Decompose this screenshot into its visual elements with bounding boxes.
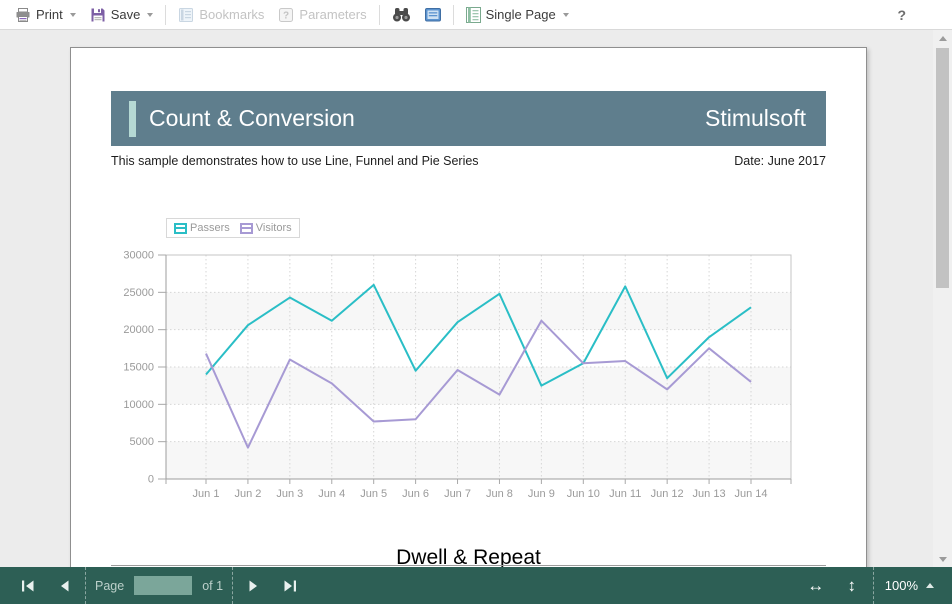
svg-text:0: 0 <box>148 474 154 486</box>
statusbar-separator <box>873 567 874 604</box>
report-page: Count & Conversion Stimulsoft This sampl… <box>70 47 867 567</box>
next-section-title: Dwell & Repeat <box>71 546 866 567</box>
chart-legend: Passers Visitors <box>166 218 300 238</box>
section-divider <box>111 565 826 566</box>
previous-page-button[interactable] <box>46 567 82 604</box>
first-page-button[interactable] <box>10 567 46 604</box>
statusbar-separator <box>232 567 233 604</box>
help-button[interactable]: ? <box>897 7 906 23</box>
svg-text:Jun 4: Jun 4 <box>318 488 345 500</box>
previous-page-icon <box>58 580 70 592</box>
fit-height-button[interactable]: ↕ <box>834 567 870 604</box>
report-banner: Count & Conversion Stimulsoft <box>111 91 826 146</box>
report-subtitle: This sample demonstrates how to use Line… <box>111 154 479 168</box>
toolbar-separator <box>453 5 454 25</box>
svg-text:Jun 1: Jun 1 <box>193 488 220 500</box>
legend-item-passers: Passers <box>174 222 230 234</box>
find-button[interactable] <box>385 5 418 24</box>
page-label: Page <box>95 579 124 593</box>
bookmarks-button[interactable]: Bookmarks <box>171 5 271 25</box>
svg-text:20000: 20000 <box>123 324 154 336</box>
svg-text:Jun 11: Jun 11 <box>609 488 641 500</box>
banner-accent-bar <box>129 101 136 137</box>
svg-text:Jun 10: Jun 10 <box>567 488 600 500</box>
legend-item-visitors: Visitors <box>240 222 292 234</box>
fullscreen-button[interactable] <box>418 6 448 24</box>
svg-text:25000: 25000 <box>123 287 154 299</box>
toolbar-separator <box>379 5 380 25</box>
svg-text:Jun 14: Jun 14 <box>734 488 767 500</box>
svg-text:30000: 30000 <box>123 250 154 262</box>
print-button[interactable]: Print <box>8 5 83 25</box>
legend-label: Passers <box>190 222 230 234</box>
scroll-up-button[interactable] <box>933 30 952 46</box>
save-icon <box>90 7 106 23</box>
binoculars-icon <box>392 7 411 22</box>
svg-text:Jun 13: Jun 13 <box>693 488 726 500</box>
report-subtitle-row: This sample demonstrates how to use Line… <box>111 154 826 168</box>
save-button[interactable]: Save <box>83 5 161 25</box>
next-page-icon <box>248 580 260 592</box>
line-chart: 0 5000 10000 15000 20000 25000 30000 Jun 1 Jun 2… <box>123 248 823 510</box>
bookmarks-label: Bookmarks <box>199 7 264 22</box>
report-date: Date: June 2017 <box>734 154 826 168</box>
save-label: Save <box>111 7 141 22</box>
last-page-icon <box>283 580 297 592</box>
last-page-button[interactable] <box>272 567 308 604</box>
parameters-icon: ? <box>278 7 294 23</box>
page-of-label: of 1 <box>202 579 223 593</box>
single-page-icon <box>466 7 481 23</box>
report-viewer-area: Count & Conversion Stimulsoft This sampl… <box>0 30 952 567</box>
parameters-button[interactable]: ? Parameters <box>271 5 373 25</box>
svg-text:Jun 6: Jun 6 <box>402 488 429 500</box>
statusbar-separator <box>85 567 86 604</box>
printer-icon <box>15 7 31 23</box>
toolbar: Print Save Bookmarks ? Parameters <box>0 0 952 30</box>
fit-width-button[interactable]: ↔ <box>798 567 834 604</box>
bookmarks-icon <box>178 7 194 23</box>
scroll-down-button[interactable] <box>933 551 952 567</box>
zoom-dropdown[interactable]: 100% <box>877 578 942 593</box>
print-label: Print <box>36 7 63 22</box>
svg-text:Jun 7: Jun 7 <box>444 488 471 500</box>
svg-text:Jun 8: Jun 8 <box>486 488 513 500</box>
svg-text:Jun 3: Jun 3 <box>276 488 303 500</box>
legend-label: Visitors <box>256 222 292 234</box>
report-title: Count & Conversion <box>149 105 705 132</box>
svg-text:15000: 15000 <box>123 362 154 374</box>
svg-text:Jun 12: Jun 12 <box>651 488 684 500</box>
view-mode-caret-icon <box>563 13 569 17</box>
scroll-up-icon <box>939 36 947 41</box>
monitor-icon <box>425 8 441 22</box>
print-caret-icon <box>70 13 76 17</box>
svg-text:5000: 5000 <box>130 436 154 448</box>
svg-text:Jun 5: Jun 5 <box>360 488 387 500</box>
view-mode-label: Single Page <box>486 7 556 22</box>
svg-text:Jun 9: Jun 9 <box>528 488 555 500</box>
passers-series-swatch <box>174 223 187 234</box>
svg-text:10000: 10000 <box>123 399 154 411</box>
svg-text:?: ? <box>283 10 289 21</box>
statusbar-right-group: ↔ ↕ 100% <box>798 567 942 604</box>
zoom-caret-icon <box>926 583 934 588</box>
parameters-label: Parameters <box>299 7 366 22</box>
page-number-input[interactable] <box>134 576 192 595</box>
scrollbar-thumb[interactable] <box>936 48 949 288</box>
svg-text:Jun 2: Jun 2 <box>234 488 261 500</box>
toolbar-separator <box>165 5 166 25</box>
save-caret-icon <box>147 13 153 17</box>
fit-width-icon: ↔ <box>807 576 824 596</box>
fit-height-icon: ↕ <box>848 576 857 596</box>
view-mode-button[interactable]: Single Page <box>459 5 576 25</box>
next-page-button[interactable] <box>236 567 272 604</box>
zoom-value: 100% <box>885 578 918 593</box>
vertical-scrollbar[interactable] <box>933 30 952 567</box>
first-page-icon <box>21 580 35 592</box>
scroll-down-icon <box>939 557 947 562</box>
visitors-series-swatch <box>240 223 253 234</box>
brand-label: Stimulsoft <box>705 105 806 132</box>
status-bar: Page of 1 ↔ ↕ 100% <box>0 567 952 604</box>
